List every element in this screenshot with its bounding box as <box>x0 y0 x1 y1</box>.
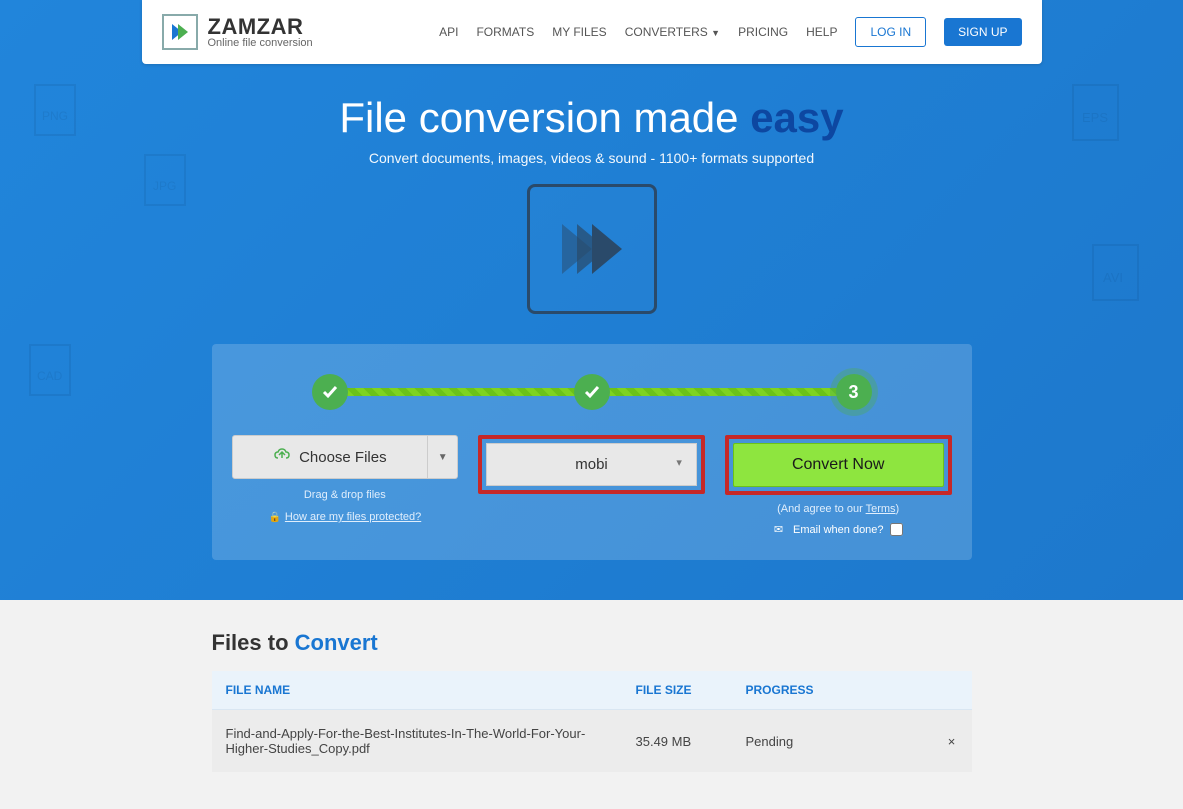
col-filename: FILE NAME <box>212 671 622 710</box>
nav-api[interactable]: API <box>439 25 458 39</box>
step-3-active: 3 <box>836 374 872 410</box>
svg-text:CAD: CAD <box>37 369 63 383</box>
file-name-cell: Find-and-Apply-For-the-Best-Institutes-I… <box>212 710 622 773</box>
terms-text: (And agree to our Terms) <box>725 503 952 515</box>
email-when-done-checkbox[interactable] <box>890 523 903 536</box>
choose-files-button[interactable]: Choose Files <box>232 435 429 479</box>
choose-files-dropdown[interactable]: ▼ <box>428 435 458 479</box>
page-subtitle: Convert documents, images, videos & soun… <box>0 150 1183 166</box>
col-filesize: FILE SIZE <box>622 671 732 710</box>
file-progress-cell: Pending <box>732 710 932 773</box>
brand-tagline: Online file conversion <box>208 38 313 49</box>
file-size-cell: 35.49 MB <box>622 710 732 773</box>
svg-text:AVI: AVI <box>1103 270 1123 285</box>
nav-formats[interactable]: FORMATS <box>476 25 534 39</box>
navbar: ZAMZAR Online file conversion API FORMAT… <box>142 0 1042 64</box>
cloud-upload-icon <box>273 448 291 466</box>
login-button[interactable]: LOG IN <box>855 17 926 47</box>
convert-now-button[interactable]: Convert Now <box>733 443 944 487</box>
nav-pricing[interactable]: PRICING <box>738 25 788 39</box>
format-select[interactable]: mobi <box>486 443 697 486</box>
drag-drop-hint: Drag & drop files <box>232 489 459 501</box>
signup-button[interactable]: SIGN UP <box>944 18 1021 46</box>
nav-help[interactable]: HELP <box>806 25 837 39</box>
remove-file-button[interactable]: × <box>932 710 972 773</box>
terms-link[interactable]: Terms <box>866 503 896 515</box>
file-row: Find-and-Apply-For-the-Best-Institutes-I… <box>212 710 972 773</box>
page-title: File conversion made easy <box>0 94 1183 142</box>
nav-converters[interactable]: CONVERTERS ▼ <box>625 25 720 39</box>
step-indicator: 3 <box>232 374 952 410</box>
brand-name: ZAMZAR <box>208 16 313 38</box>
email-when-done-label: Email when done? <box>793 524 884 536</box>
mail-icon <box>774 523 787 536</box>
files-protected-link[interactable]: How are my files protected? <box>285 511 421 523</box>
logo-icon <box>162 14 198 50</box>
step-1-done <box>312 374 348 410</box>
col-progress: PROGRESS <box>732 671 932 710</box>
step-2-done <box>574 374 610 410</box>
lock-icon <box>268 511 284 523</box>
files-table: FILE NAME FILE SIZE PROGRESS Find-and-Ap… <box>212 671 972 772</box>
logo[interactable]: ZAMZAR Online file conversion <box>162 14 313 50</box>
nav-myfiles[interactable]: MY FILES <box>552 25 606 39</box>
svg-text:JPG: JPG <box>153 179 176 193</box>
chevron-down-icon: ▼ <box>711 28 720 38</box>
converter-panel: 3 Choose Files ▼ Drag & drop files How a… <box>212 344 972 560</box>
hero-graphic <box>527 184 657 314</box>
files-section-title: Files to Convert <box>212 630 972 656</box>
